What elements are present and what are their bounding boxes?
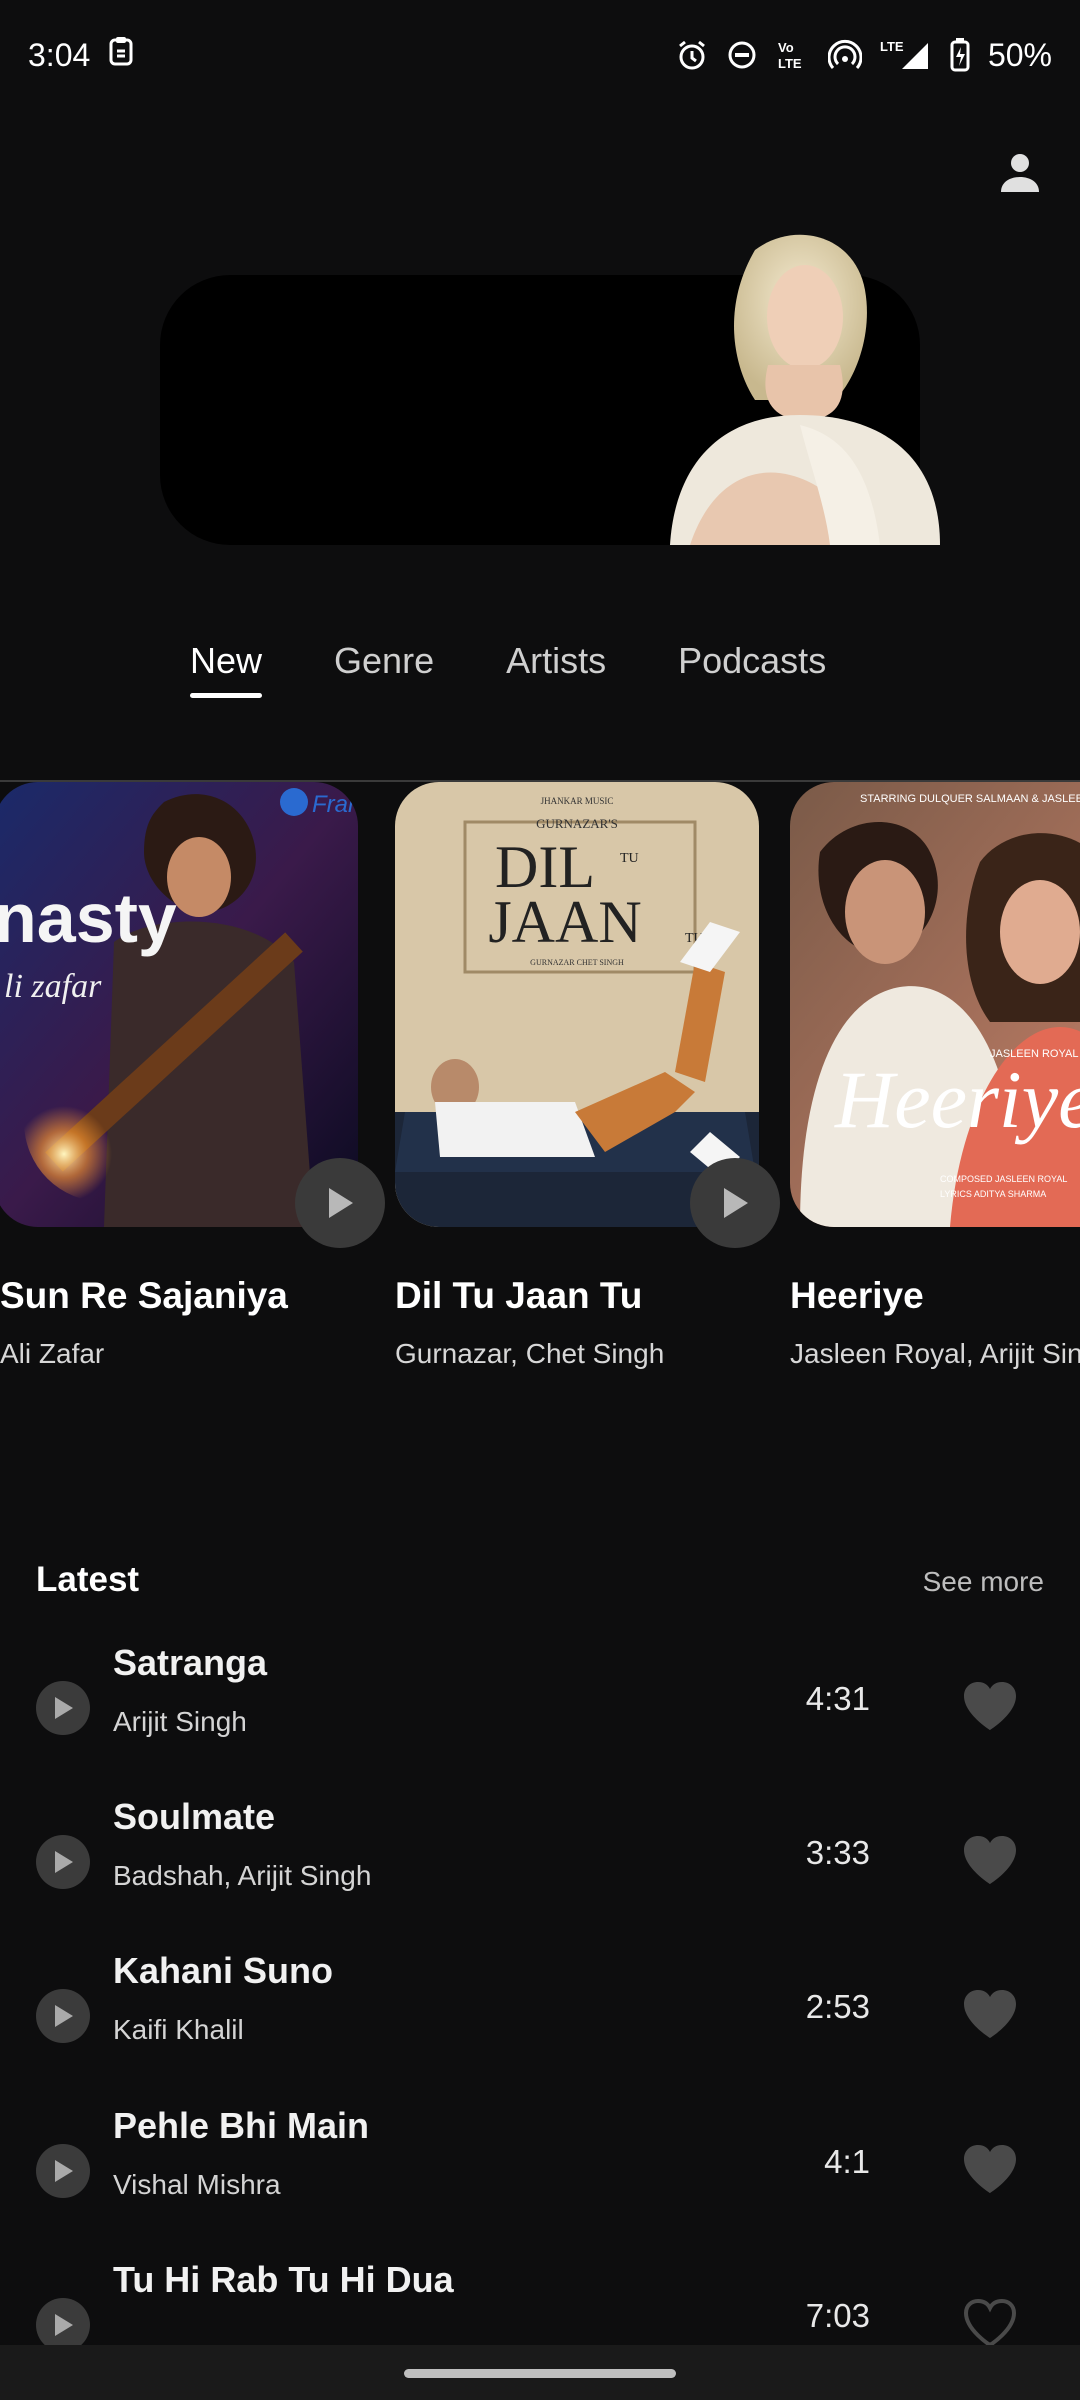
svg-text:GURNAZAR'S: GURNAZAR'S [536,816,618,831]
svg-text:Heeriye: Heeriye [834,1054,1080,1145]
home-gesture-handle[interactable] [404,2369,676,2378]
hotspot-icon [827,39,862,71]
featured-card-sun-re-sajaniya[interactable]: nasty li zafar Fran [0,782,358,1227]
tab-genre[interactable]: Genre [334,640,434,698]
heart-filled-icon[interactable] [962,1834,1018,1886]
song-title: Soulmate [113,1796,276,1837]
song-artist: Vishal Mishra [113,2169,281,2200]
navigation-bar [0,2345,1080,2400]
song-row[interactable]: Soulmate Badshah, Arijit Singh 3:33 [0,1784,1080,1938]
play-icon [55,2160,73,2182]
song-duration: 7:03 [805,2297,870,2334]
play-button[interactable] [295,1158,385,1248]
svg-text:STARRING DULQUER SALMAAN & JAS: STARRING DULQUER SALMAAN & JASLEEN ROYAL [860,793,1080,805]
play-icon [55,2314,73,2336]
profile-button[interactable] [988,140,1052,204]
card-artist: Jasleen Royal, Arijit Sing [790,1338,1080,1369]
see-more-link[interactable]: See more [923,1566,1044,1598]
play-icon [55,1851,73,1873]
svg-text:COMPOSED JASLEEN ROYAL: COMPOSED JASLEEN ROYAL [940,1174,1067,1184]
song-artist: Kaifi Khalil [113,2014,244,2045]
song-row[interactable]: Tu Hi Rab Tu Hi Dua 7:03 [0,2247,1080,2345]
status-right: Vo LTE LTE 50% [676,37,1052,74]
featured-card-dil-tu-jaan-tu[interactable]: JHANKAR MUSIC GURNAZAR'S DIL TU JAAN TU … [395,782,759,1227]
play-icon [329,1188,353,1218]
hero-banner[interactable] [160,234,940,545]
status-bar: 3:04 Vo LTE LTE 50% [0,0,1080,110]
person-icon [1001,154,1039,192]
play-icon [724,1188,748,1218]
song-title: Pehle Bhi Main [113,2105,370,2146]
svg-text:nasty: nasty [0,879,177,957]
volte-icon: Vo LTE [776,39,810,71]
svg-text:JAAN: JAAN [488,889,641,955]
song-artist: Badshah, Arijit Singh [113,1860,372,1891]
svg-text:Vo: Vo [778,40,794,55]
battery-percent: 50% [987,36,1052,73]
heart-outline-icon[interactable] [962,2297,1018,2345]
card-artist: Gurnazar, Chet Singh [395,1338,665,1369]
heart-filled-icon[interactable] [962,1988,1018,2040]
card-artist: Ali Zafar [0,1338,105,1369]
song-artist: Arijit Singh [113,1706,247,1737]
song-row[interactable]: Kahani Suno Kaifi Khalil 2:53 [0,1938,1080,2092]
heart-filled-icon[interactable] [962,2143,1018,2195]
album-art: nasty li zafar Fran [0,782,358,1227]
signal-icon: LTE [880,39,932,71]
tab-new[interactable]: New [190,640,263,698]
album-art: STARRING DULQUER SALMAAN & JASLEEN ROYAL… [790,782,1080,1227]
svg-text:TU: TU [620,851,639,866]
featured-card-heeriye[interactable]: STARRING DULQUER SALMAAN & JASLEEN ROYAL… [790,782,1080,1227]
song-row[interactable]: Satranga Arijit Singh 4:31 [0,1630,1080,1784]
heart-filled-icon[interactable] [962,1680,1018,1732]
category-tabs: New Genre Artists Podcasts [190,640,826,698]
play-button[interactable] [36,1989,90,2043]
svg-text:LYRICS ADITYA SHARMA: LYRICS ADITYA SHARMA [940,1189,1046,1199]
svg-text:LTE: LTE [778,56,802,71]
status-time: 3:04 [28,36,91,73]
play-button[interactable] [690,1158,780,1248]
song-title: Kahani Suno [113,1950,334,1991]
svg-text:li zafar: li zafar [4,968,102,1005]
svg-text:Fran: Fran [312,791,358,818]
tab-artists[interactable]: Artists [506,640,606,698]
latest-heading: Latest [36,1560,140,1599]
song-duration: 4:1 [824,2143,870,2180]
song-duration: 2:53 [805,1988,870,2025]
battery-icon [950,38,970,72]
play-button[interactable] [36,2144,90,2198]
play-button[interactable] [36,2298,90,2345]
card-title[interactable]: Heeriye [790,1275,924,1317]
play-button[interactable] [36,1681,90,1735]
svg-text:JHANKAR MUSIC: JHANKAR MUSIC [541,796,614,806]
album-art: JHANKAR MUSIC GURNAZAR'S DIL TU JAAN TU … [395,782,759,1227]
do-not-disturb-icon [726,39,758,71]
featured-artist-image [670,234,940,545]
alarm-icon [676,39,708,71]
song-title: Tu Hi Rab Tu Hi Dua [113,2259,454,2300]
song-title: Satranga [113,1642,268,1683]
tab-podcasts[interactable]: Podcasts [678,640,826,698]
svg-text:LTE: LTE [880,39,904,54]
play-icon [55,1697,73,1719]
card-title[interactable]: Dil Tu Jaan Tu [395,1275,642,1317]
card-title[interactable]: Sun Re Sajaniya [0,1275,288,1317]
song-row[interactable]: Pehle Bhi Main Vishal Mishra 4:1 [0,2093,1080,2247]
svg-text:GURNAZAR CHET SINGH: GURNAZAR CHET SINGH [530,958,624,967]
song-duration: 4:31 [805,1680,870,1717]
song-duration: 3:33 [805,1834,870,1871]
play-icon [55,2005,73,2027]
play-button[interactable] [36,1835,90,1889]
status-left: 3:04 [28,35,134,75]
clipboard-icon [108,35,134,75]
